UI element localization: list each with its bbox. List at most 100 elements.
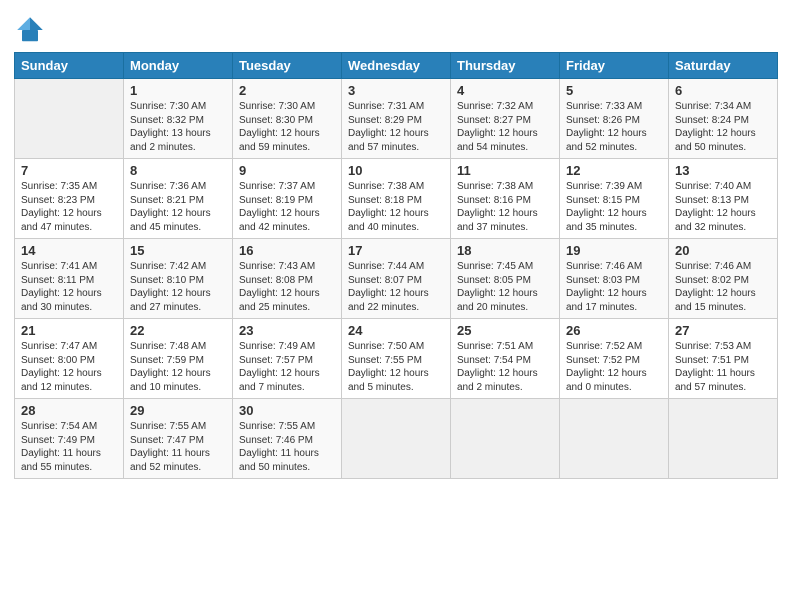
day-cell: 22 Sunrise: 7:48 AM Sunset: 7:59 PM Dayli… (124, 319, 233, 399)
day-info: Sunrise: 7:55 AM Sunset: 7:47 PM Dayligh… (130, 420, 226, 474)
day-cell: 15 Sunrise: 7:42 AM Sunset: 8:10 PM Dayli… (124, 239, 233, 319)
day-number: 19 (566, 243, 662, 258)
day-number: 30 (239, 403, 335, 418)
day-cell: 2 Sunrise: 7:30 AM Sunset: 8:30 PM Daylig… (233, 79, 342, 159)
day-cell: 25 Sunrise: 7:51 AM Sunset: 7:54 PM Dayli… (451, 319, 560, 399)
week-row-2: 7 Sunrise: 7:35 AM Sunset: 8:23 PM Daylig… (15, 159, 778, 239)
day-cell: 17 Sunrise: 7:44 AM Sunset: 8:07 PM Dayli… (342, 239, 451, 319)
col-header-sunday: Sunday (15, 53, 124, 79)
day-info: Sunrise: 7:41 AM Sunset: 8:11 PM Dayligh… (21, 260, 117, 314)
col-header-monday: Monday (124, 53, 233, 79)
day-cell: 5 Sunrise: 7:33 AM Sunset: 8:26 PM Daylig… (560, 79, 669, 159)
col-header-thursday: Thursday (451, 53, 560, 79)
day-number: 6 (675, 83, 771, 98)
day-cell: 10 Sunrise: 7:38 AM Sunset: 8:18 PM Dayli… (342, 159, 451, 239)
day-number: 23 (239, 323, 335, 338)
day-cell: 8Sunrise: 7:36 AM Sunset: 8:21 PM Daylig… (124, 159, 233, 239)
day-cell: 26 Sunrise: 7:52 AM Sunset: 7:52 PM Dayli… (560, 319, 669, 399)
day-info: Sunrise: 7:55 AM Sunset: 7:46 PM Dayligh… (239, 420, 335, 474)
day-cell: 21 Sunrise: 7:47 AM Sunset: 8:00 PM Dayli… (15, 319, 124, 399)
day-number: 18 (457, 243, 553, 258)
day-cell (451, 399, 560, 479)
day-info: Sunrise: 7:37 AM Sunset: 8:19 PM Dayligh… (239, 180, 335, 234)
day-cell: 12 Sunrise: 7:39 AM Sunset: 8:15 PM Dayli… (560, 159, 669, 239)
day-number: 7 (21, 163, 117, 178)
day-cell: 9 Sunrise: 7:37 AM Sunset: 8:19 PM Daylig… (233, 159, 342, 239)
day-number: 24 (348, 323, 444, 338)
day-info: Sunrise: 7:30 AM Sunset: 8:30 PM Dayligh… (239, 100, 335, 154)
day-info: Sunrise: 7:36 AM Sunset: 8:21 PM Dayligh… (130, 180, 226, 234)
day-number: 5 (566, 83, 662, 98)
week-row-5: 28Sunrise: 7:54 AM Sunset: 7:49 PM Dayli… (15, 399, 778, 479)
page-container: SundayMondayTuesdayWednesdayThursdayFrid… (0, 0, 792, 489)
day-number: 27 (675, 323, 771, 338)
day-cell: 3 Sunrise: 7:31 AM Sunset: 8:29 PM Daylig… (342, 79, 451, 159)
day-number: 11 (457, 163, 553, 178)
day-number: 14 (21, 243, 117, 258)
day-info: Sunrise: 7:38 AM Sunset: 8:18 PM Dayligh… (348, 180, 444, 234)
day-info: Sunrise: 7:43 AM Sunset: 8:08 PM Dayligh… (239, 260, 335, 314)
col-header-wednesday: Wednesday (342, 53, 451, 79)
day-cell: 6 Sunrise: 7:34 AM Sunset: 8:24 PM Daylig… (669, 79, 778, 159)
day-info: Sunrise: 7:34 AM Sunset: 8:24 PM Dayligh… (675, 100, 771, 154)
day-number: 13 (675, 163, 771, 178)
day-info: Sunrise: 7:46 AM Sunset: 8:03 PM Dayligh… (566, 260, 662, 314)
header (14, 10, 778, 46)
day-cell: 24 Sunrise: 7:50 AM Sunset: 7:55 PM Dayli… (342, 319, 451, 399)
day-number: 20 (675, 243, 771, 258)
day-number: 9 (239, 163, 335, 178)
day-cell: 27 Sunrise: 7:53 AM Sunset: 7:51 PM Dayli… (669, 319, 778, 399)
day-info: Sunrise: 7:33 AM Sunset: 8:26 PM Dayligh… (566, 100, 662, 154)
day-info: Sunrise: 7:40 AM Sunset: 8:13 PM Dayligh… (675, 180, 771, 234)
day-number: 17 (348, 243, 444, 258)
header-row: SundayMondayTuesdayWednesdayThursdayFrid… (15, 53, 778, 79)
day-number: 25 (457, 323, 553, 338)
day-number: 3 (348, 83, 444, 98)
day-info: Sunrise: 7:42 AM Sunset: 8:10 PM Dayligh… (130, 260, 226, 314)
day-cell: 4Sunrise: 7:32 AM Sunset: 8:27 PM Daylig… (451, 79, 560, 159)
day-info: Sunrise: 7:46 AM Sunset: 8:02 PM Dayligh… (675, 260, 771, 314)
day-info: Sunrise: 7:44 AM Sunset: 8:07 PM Dayligh… (348, 260, 444, 314)
day-info: Sunrise: 7:35 AM Sunset: 8:23 PM Dayligh… (21, 180, 117, 234)
day-number: 2 (239, 83, 335, 98)
day-info: Sunrise: 7:32 AM Sunset: 8:27 PM Dayligh… (457, 100, 553, 154)
logo (14, 14, 48, 46)
week-row-1: 1 Sunrise: 7:30 AM Sunset: 8:32 PM Daylig… (15, 79, 778, 159)
day-cell: 11Sunrise: 7:38 AM Sunset: 8:16 PM Dayli… (451, 159, 560, 239)
day-info: Sunrise: 7:31 AM Sunset: 8:29 PM Dayligh… (348, 100, 444, 154)
day-info: Sunrise: 7:50 AM Sunset: 7:55 PM Dayligh… (348, 340, 444, 394)
day-info: Sunrise: 7:52 AM Sunset: 7:52 PM Dayligh… (566, 340, 662, 394)
week-row-4: 21 Sunrise: 7:47 AM Sunset: 8:00 PM Dayli… (15, 319, 778, 399)
day-number: 15 (130, 243, 226, 258)
day-info: Sunrise: 7:30 AM Sunset: 8:32 PM Dayligh… (130, 100, 226, 154)
day-cell: 23Sunrise: 7:49 AM Sunset: 7:57 PM Dayli… (233, 319, 342, 399)
day-number: 21 (21, 323, 117, 338)
logo-icon (14, 14, 46, 46)
day-cell (342, 399, 451, 479)
day-cell: 13 Sunrise: 7:40 AM Sunset: 8:13 PM Dayli… (669, 159, 778, 239)
day-info: Sunrise: 7:39 AM Sunset: 8:15 PM Dayligh… (566, 180, 662, 234)
day-cell: 7 Sunrise: 7:35 AM Sunset: 8:23 PM Daylig… (15, 159, 124, 239)
calendar-table: SundayMondayTuesdayWednesdayThursdayFrid… (14, 52, 778, 479)
day-cell (15, 79, 124, 159)
day-info: Sunrise: 7:53 AM Sunset: 7:51 PM Dayligh… (675, 340, 771, 394)
col-header-saturday: Saturday (669, 53, 778, 79)
day-number: 28 (21, 403, 117, 418)
day-cell: 18Sunrise: 7:45 AM Sunset: 8:05 PM Dayli… (451, 239, 560, 319)
day-cell: 16Sunrise: 7:43 AM Sunset: 8:08 PM Dayli… (233, 239, 342, 319)
day-info: Sunrise: 7:47 AM Sunset: 8:00 PM Dayligh… (21, 340, 117, 394)
day-number: 29 (130, 403, 226, 418)
day-info: Sunrise: 7:51 AM Sunset: 7:54 PM Dayligh… (457, 340, 553, 394)
day-info: Sunrise: 7:48 AM Sunset: 7:59 PM Dayligh… (130, 340, 226, 394)
col-header-friday: Friday (560, 53, 669, 79)
day-number: 10 (348, 163, 444, 178)
day-cell: 14 Sunrise: 7:41 AM Sunset: 8:11 PM Dayli… (15, 239, 124, 319)
day-cell (669, 399, 778, 479)
day-number: 26 (566, 323, 662, 338)
day-cell: 28Sunrise: 7:54 AM Sunset: 7:49 PM Dayli… (15, 399, 124, 479)
day-number: 22 (130, 323, 226, 338)
day-cell (560, 399, 669, 479)
day-number: 12 (566, 163, 662, 178)
day-cell: 1 Sunrise: 7:30 AM Sunset: 8:32 PM Daylig… (124, 79, 233, 159)
day-number: 1 (130, 83, 226, 98)
